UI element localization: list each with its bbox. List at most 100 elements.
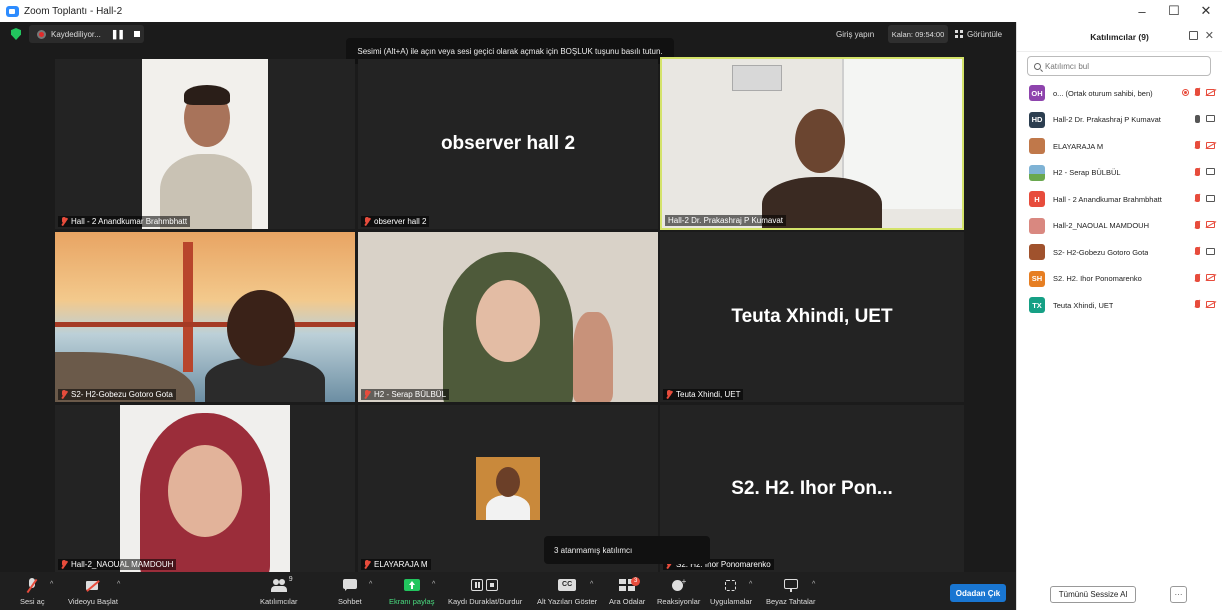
profile-picture [476, 457, 540, 520]
share-options-caret-icon[interactable]: ^ [432, 581, 435, 588]
apps-button[interactable]: Uygulamalar [710, 574, 752, 610]
muted-mic-icon[interactable] [1195, 247, 1200, 255]
breakout-rooms-button[interactable]: 3 Ara Odalar [609, 574, 645, 610]
maximize-button[interactable]: ☐ [1158, 0, 1190, 22]
pop-out-icon[interactable] [1189, 31, 1198, 40]
participant-video [142, 59, 268, 229]
muted-mic-icon [364, 390, 370, 399]
video-off-icon [84, 578, 102, 593]
whiteboards-button[interactable]: Beyaz Tahtalar [766, 574, 815, 610]
zoom-logo-icon [6, 5, 19, 17]
start-video-button[interactable]: Videoyu Başlat [68, 574, 118, 610]
tile-name-label: S2- H2-Gobezu Gotoro Gota [58, 389, 176, 400]
smiley-plus-icon: + [670, 578, 688, 593]
muted-mic-icon[interactable] [1195, 300, 1200, 308]
video-options-caret-icon[interactable]: ^ [117, 581, 120, 588]
person-head [168, 445, 242, 537]
pause-stop-label: Kaydı Duraklat/Durdur [448, 597, 523, 606]
hand [573, 312, 613, 402]
tile-name-label: Hall-2 Dr. Prakashraj P Kumavat [665, 215, 787, 226]
profile-body [486, 495, 530, 520]
security-shield-icon[interactable] [11, 28, 21, 40]
video-off-icon [1206, 141, 1215, 149]
close-window-button[interactable]: ✕ [1190, 0, 1222, 22]
breakout-rooms-label: Ara Odalar [609, 597, 646, 606]
unassigned-participants-popup[interactable]: 3 atanmamış katılımcı [544, 536, 710, 564]
muted-mic-icon[interactable] [1195, 88, 1200, 96]
muted-mic-icon[interactable] [1195, 167, 1200, 176]
participant-search-input[interactable] [1045, 61, 1205, 71]
show-captions-button[interactable]: CC Alt Yazıları Göster [537, 574, 597, 610]
participants-icon: 9 [270, 576, 293, 593]
search-icon [1034, 62, 1041, 70]
video-off-icon [1206, 300, 1215, 308]
view-button-label: Görüntüle [967, 29, 1003, 39]
participant-row[interactable]: OH o... (Ortak oturum sahibi, ben) [1017, 80, 1222, 107]
participant-row[interactable]: H Hall - 2 Anandkumar Brahmbhatt [1017, 186, 1222, 213]
closed-captions-icon: CC [558, 578, 577, 593]
person-head [227, 290, 295, 366]
participant-row[interactable]: HD Hall-2 Dr. Prakashraj P Kumavat [1017, 107, 1222, 134]
title-bar: Zoom Toplantı - Hall-2 – ☐ ✕ [0, 0, 1222, 22]
video-tile-active-speaker[interactable]: Hall-2 Dr. Prakashraj P Kumavat [660, 57, 964, 230]
muted-mic-icon[interactable] [1195, 141, 1200, 149]
muted-mic-icon[interactable] [1195, 220, 1200, 229]
participant-name: ELAYARAJA M [1053, 141, 1104, 151]
muted-mic-icon[interactable] [1195, 194, 1200, 202]
participants-button[interactable]: 9 Katılımcılar [260, 574, 298, 610]
share-screen-button[interactable]: Ekranı paylaş [389, 574, 434, 610]
start-video-label: Videoyu Başlat [68, 597, 118, 606]
mute-all-button[interactable]: Tümünü Sessize Al [1050, 586, 1136, 603]
avatar [1029, 217, 1045, 234]
avatar [1029, 138, 1045, 155]
tile-name: Hall - 2 Anandkumar Brahmbhatt [71, 217, 188, 226]
recording-icon [1182, 88, 1189, 96]
chat-options-caret-icon[interactable]: ^ [369, 581, 372, 588]
minimize-button[interactable]: – [1126, 0, 1158, 22]
avatar: SH [1029, 270, 1045, 287]
grid-view-icon [955, 30, 963, 38]
participant-row[interactable]: TX Teuta Xhindi, UET [1017, 292, 1222, 319]
video-tile[interactable]: Teuta Xhindi, UET Teuta Xhindi, UET [660, 232, 964, 402]
muted-mic-icon [23, 578, 41, 594]
participant-row[interactable]: ELAYARAJA M [1017, 133, 1222, 160]
tile-name-label: Hall-2_NAOUAL MAMDOUH [58, 559, 177, 570]
apps-options-caret-icon[interactable]: ^ [749, 581, 752, 588]
meeting-timer: Kalan: 09:54:00 [888, 25, 948, 43]
muted-mic-icon[interactable] [1195, 273, 1200, 282]
video-tile[interactable]: Hall-2_NAOUAL MAMDOUH [55, 405, 355, 572]
reactions-button[interactable]: + Reaksiyonlar [657, 574, 700, 610]
video-tile[interactable]: H2 - Serap BÜLBÜL [358, 232, 658, 402]
more-options-button[interactable]: ··· [1170, 586, 1187, 603]
participants-label: Katılımcılar [260, 597, 298, 606]
participant-row[interactable]: Hall-2_NAOUAL MAMDOUH [1017, 213, 1222, 240]
captions-options-caret-icon[interactable]: ^ [590, 581, 593, 588]
stop-recording-icon[interactable] [133, 31, 140, 37]
breakout-badge: 3 [631, 577, 641, 586]
tile-name-label: H2 - Serap BÜLBÜL [361, 389, 450, 400]
video-tile[interactable]: observer hall 2 observer hall 2 [358, 59, 658, 229]
mic-icon[interactable] [1195, 114, 1200, 123]
participant-row[interactable]: H2 - Serap BÜLBÜL [1017, 160, 1222, 187]
whiteboard-options-caret-icon[interactable]: ^ [812, 581, 815, 588]
audio-options-caret-icon[interactable]: ^ [50, 581, 53, 588]
leave-room-button[interactable]: Odadan Çık [950, 584, 1006, 602]
view-button[interactable]: Görüntüle [955, 25, 1002, 43]
participant-name: o... (Ortak oturum sahibi, ben) [1053, 88, 1153, 98]
chat-button[interactable]: Sohbet [338, 574, 362, 610]
person-head [476, 280, 540, 362]
unmute-button[interactable]: Sesi aç [20, 574, 45, 610]
participant-name: S2. H2. Ihor Ponomarenko [1053, 274, 1142, 284]
close-panel-icon[interactable]: ✕ [1205, 29, 1214, 42]
participant-video [55, 232, 355, 402]
signin-link[interactable]: Giriş yapın [836, 25, 874, 43]
participant-search[interactable] [1027, 56, 1211, 76]
participant-row[interactable]: S2- H2-Gobezu Gotoro Gota [1017, 239, 1222, 266]
pause-recording-icon[interactable]: ❚❚ [111, 29, 125, 40]
muted-mic-icon [364, 217, 370, 226]
pause-stop-recording-button[interactable]: Kaydı Duraklat/Durdur [448, 574, 522, 610]
video-tile[interactable]: Hall - 2 Anandkumar Brahmbhatt [55, 59, 355, 229]
video-tile[interactable]: S2- H2-Gobezu Gotoro Gota [55, 232, 355, 402]
participant-row[interactable]: SH S2. H2. Ihor Ponomarenko [1017, 266, 1222, 293]
bridge-deck [55, 322, 355, 327]
